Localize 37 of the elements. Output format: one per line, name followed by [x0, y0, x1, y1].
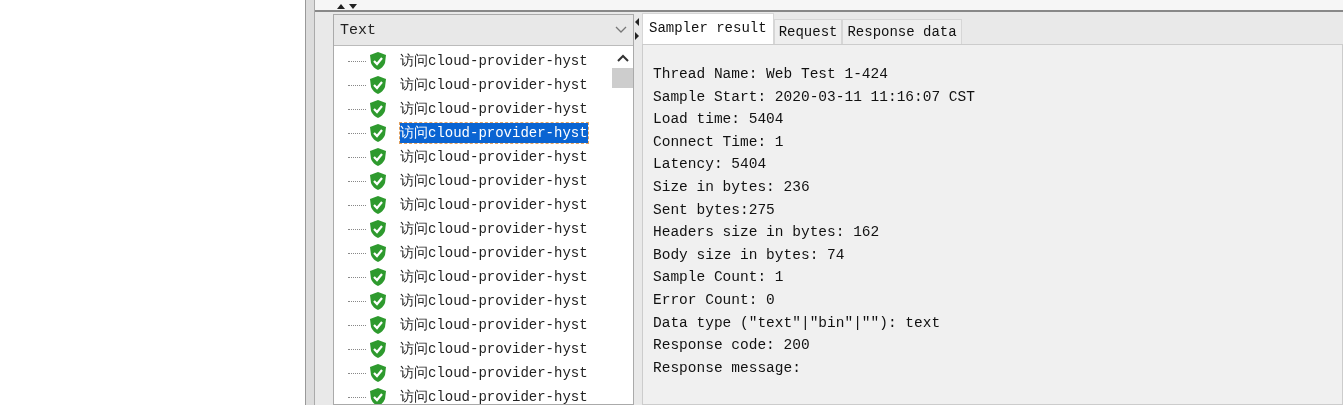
tab[interactable]: Sampler result — [642, 13, 774, 44]
sample-item[interactable]: 访问cloud-provider-hyst — [400, 75, 588, 95]
sample-item[interactable]: 访问cloud-provider-hyst — [400, 147, 588, 167]
result-line: Load time: 5404 — [653, 110, 785, 130]
result-line: Error Count: 0 — [653, 290, 776, 310]
result-line: Sent bytes:275 — [653, 200, 776, 220]
tab[interactable]: Request — [773, 19, 843, 44]
result-line: Connect Time: 1 — [653, 132, 785, 152]
chevron-down-icon — [615, 26, 627, 34]
result-line: Sample Start: 2020-03-11 11:16:07 CST — [653, 87, 976, 107]
sample-item[interactable]: 访问cloud-provider-hyst — [400, 195, 588, 215]
split-arrows-icon[interactable] — [634, 16, 640, 42]
sample-item[interactable]: 访问cloud-provider-hyst — [400, 267, 588, 287]
result-line: Size in bytes: 236 — [653, 177, 811, 197]
sample-item[interactable]: 访问cloud-provider-hyst — [400, 363, 588, 383]
result-line: Response code: 200 — [653, 336, 811, 356]
result-line: Thread Name: Web Test 1-424 — [653, 65, 889, 84]
sample-item[interactable]: 访问cloud-provider-hyst — [400, 123, 588, 143]
sample-item[interactable]: 访问cloud-provider-hyst — [400, 339, 588, 359]
result-line: Data type ("text"|"bin"|""): text — [653, 313, 942, 333]
result-line: Body size in bytes: 74 — [653, 245, 846, 265]
result-line: Sample Count: 1 — [653, 268, 785, 288]
collapse-arrows-icon[interactable] — [335, 2, 359, 10]
tab[interactable]: Response data — [842, 19, 962, 44]
result-line: Latency: 5404 — [653, 155, 768, 175]
sample-item[interactable]: 访问cloud-provider-hyst — [400, 171, 588, 191]
sample-item[interactable]: 访问cloud-provider-hyst — [400, 315, 588, 335]
sample-item[interactable]: 访问cloud-provider-hyst — [400, 291, 588, 311]
sample-item[interactable]: 访问cloud-provider-hyst — [400, 219, 588, 239]
sample-item[interactable]: 访问cloud-provider-hyst — [400, 243, 588, 263]
scrollbar-thumb[interactable] — [612, 68, 633, 88]
sample-item[interactable]: 访问cloud-provider-hyst — [400, 51, 588, 71]
sample-item[interactable]: 访问cloud-provider-hyst — [400, 387, 588, 404]
sample-item[interactable]: 访问cloud-provider-hyst — [400, 99, 588, 119]
scroll-up-icon[interactable] — [616, 54, 629, 62]
result-line: Headers size in bytes: 162 — [653, 223, 881, 243]
result-line: Response message: — [653, 358, 802, 378]
